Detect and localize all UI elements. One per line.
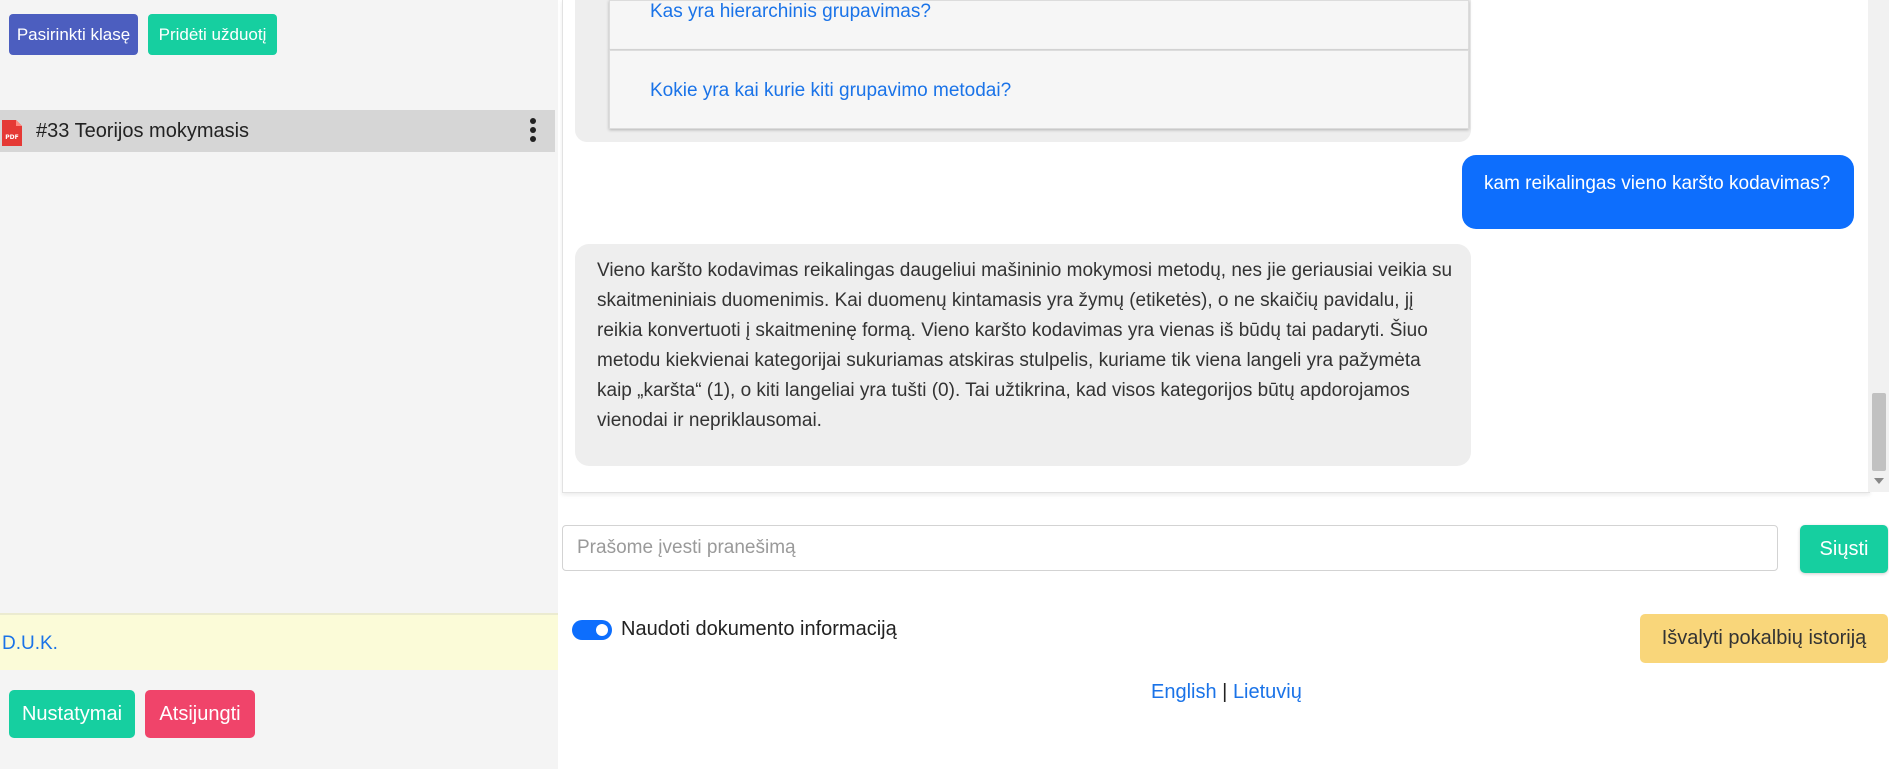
add-task-button[interactable]: Pridėti užduotį bbox=[148, 14, 277, 55]
logout-button[interactable]: Atsijungti bbox=[145, 690, 255, 738]
clear-history-button[interactable]: Išvalyti pokalbių istoriją bbox=[1640, 614, 1888, 663]
scroll-down-arrow-icon[interactable] bbox=[1874, 478, 1884, 484]
use-document-toggle[interactable] bbox=[572, 620, 612, 640]
toggle-knob bbox=[596, 624, 608, 636]
suggestion-link[interactable]: Kas yra hierarchinis grupavimas? bbox=[650, 1, 931, 23]
sidebar: Pasirinkti klasę Pridėti užduotį PDF #33… bbox=[0, 0, 558, 769]
send-button[interactable]: Siųsti bbox=[1800, 525, 1888, 573]
user-message-text: kam reikalingas vieno karšto kodavimas? bbox=[1484, 173, 1831, 194]
more-options-icon[interactable] bbox=[526, 118, 540, 144]
suggestion-item[interactable]: Kokie yra kai kurie kiti grupavimo metod… bbox=[609, 50, 1469, 129]
language-switcher: English | Lietuvių bbox=[1151, 681, 1302, 704]
chat-window[interactable]: Kas yra hierarchinis grupavimas? Kokie y… bbox=[562, 0, 1870, 493]
suggestions-panel: Kas yra hierarchinis grupavimas? Kokie y… bbox=[575, 0, 1471, 142]
lang-separator: | bbox=[1222, 681, 1228, 703]
message-input[interactable] bbox=[562, 525, 1778, 571]
chat-scrollbar[interactable] bbox=[1868, 0, 1889, 492]
scrollbar-thumb[interactable] bbox=[1872, 393, 1886, 471]
lang-lithuanian-link[interactable]: Lietuvių bbox=[1233, 681, 1302, 703]
settings-button[interactable]: Nustatymai bbox=[9, 690, 135, 738]
faq-link[interactable]: D.U.K. bbox=[2, 633, 58, 655]
document-list-item[interactable]: PDF #33 Teorijos mokymasis bbox=[0, 110, 555, 152]
assistant-message-text: Vieno karšto kodavimas reikalingas dauge… bbox=[597, 260, 1453, 431]
use-document-label: Naudoti dokumento informaciją bbox=[621, 618, 897, 640]
user-message-bubble: kam reikalingas vieno karšto kodavimas? bbox=[1462, 155, 1854, 229]
suggestion-item[interactable]: Kas yra hierarchinis grupavimas? bbox=[609, 0, 1469, 50]
select-class-button[interactable]: Pasirinkti klasę bbox=[9, 14, 138, 55]
lang-english-link[interactable]: English bbox=[1151, 681, 1217, 703]
document-title: #33 Teorijos mokymasis bbox=[36, 120, 250, 142]
pdf-file-icon: PDF bbox=[2, 120, 22, 146]
assistant-message-bubble: Vieno karšto kodavimas reikalingas dauge… bbox=[575, 244, 1471, 466]
svg-text:PDF: PDF bbox=[5, 134, 18, 141]
faq-section: D.U.K. bbox=[0, 613, 558, 670]
suggestion-link[interactable]: Kokie yra kai kurie kiti grupavimo metod… bbox=[650, 80, 1011, 102]
